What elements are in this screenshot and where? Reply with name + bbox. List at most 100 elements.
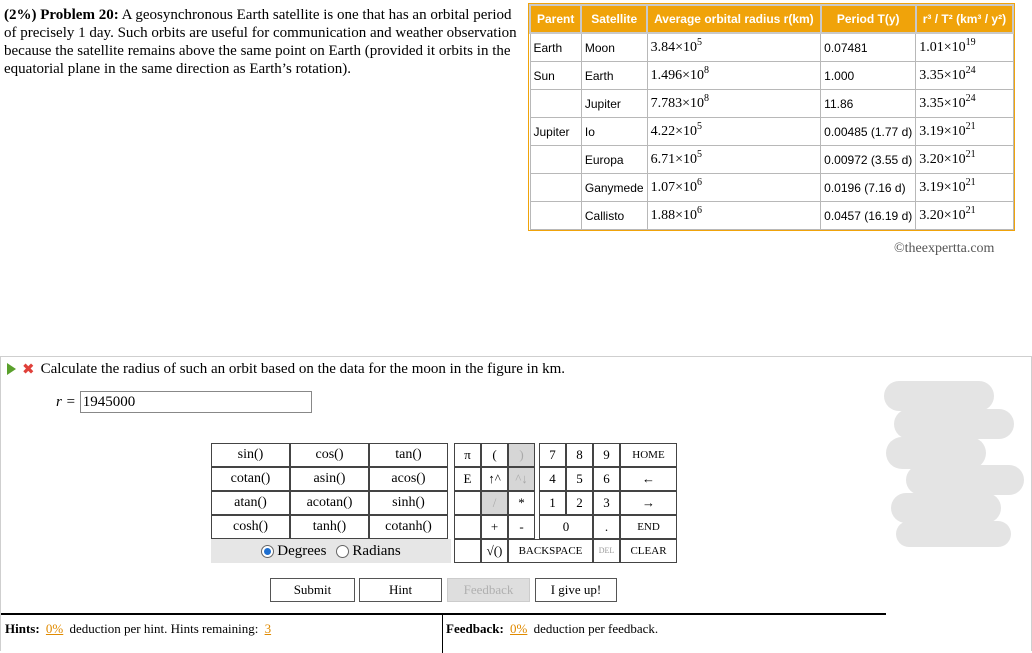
cotan-button[interactable]: cotan() bbox=[211, 467, 290, 491]
cosh-button[interactable]: cosh() bbox=[211, 515, 290, 539]
cell-satellite: Europa bbox=[580, 145, 648, 174]
key-1[interactable]: 1 bbox=[539, 491, 566, 515]
left-paren-button[interactable]: ( bbox=[481, 443, 508, 467]
key-7[interactable]: 7 bbox=[539, 443, 566, 467]
backspace-button[interactable]: BACKSPACE bbox=[508, 539, 593, 563]
problem-statement: (2%) Problem 20: A geosynchronous Earth … bbox=[4, 6, 524, 78]
sqrt-button[interactable]: √() bbox=[481, 539, 508, 563]
decimal-button[interactable]: . bbox=[593, 515, 620, 539]
pi-button[interactable]: π bbox=[454, 443, 481, 467]
delete-button[interactable]: DEL bbox=[593, 539, 620, 563]
right-paren-button[interactable]: ) bbox=[508, 443, 535, 467]
answer-input[interactable] bbox=[79, 391, 312, 413]
key-9[interactable]: 9 bbox=[593, 443, 620, 467]
key-blank-2 bbox=[454, 515, 481, 539]
hints-label: Hints: bbox=[5, 621, 40, 636]
table-row: Europa 6.71×105 0.00972 (3.55 d) 3.20×1021 bbox=[529, 145, 1014, 174]
cos-button[interactable]: cos() bbox=[290, 443, 369, 467]
header-ratio: r³ / T² (km³ / y²) bbox=[914, 4, 1015, 34]
minus-button[interactable]: - bbox=[508, 515, 535, 539]
cursor-left-button[interactable]: ← bbox=[620, 467, 677, 491]
exponent-e-button[interactable]: E bbox=[454, 467, 481, 491]
radius-exponent: 5 bbox=[696, 36, 702, 48]
angle-mode: Degrees Radians bbox=[211, 539, 451, 563]
key-4[interactable]: 4 bbox=[539, 467, 566, 491]
degrees-radio[interactable]: Degrees bbox=[261, 543, 326, 560]
key-5[interactable]: 5 bbox=[566, 467, 593, 491]
orbital-data-table: Parent Satellite Average orbital radius … bbox=[527, 3, 1016, 231]
cell-parent: Jupiter bbox=[529, 117, 582, 146]
radius-exponent: 6 bbox=[696, 176, 702, 188]
cell-radius: 1.07×106 bbox=[646, 173, 822, 202]
cell-radius: 1.88×106 bbox=[646, 201, 822, 230]
degrees-label: Degrees bbox=[277, 542, 327, 559]
plus-button[interactable]: + bbox=[481, 515, 508, 539]
key-0[interactable]: 0 bbox=[539, 515, 593, 539]
hint-button[interactable]: Hint bbox=[359, 578, 442, 602]
hints-percent: 0% bbox=[45, 621, 64, 636]
cell-satellite: Ganymede bbox=[580, 173, 648, 202]
cell-satellite: Callisto bbox=[580, 201, 648, 230]
multiply-button[interactable]: * bbox=[508, 491, 535, 515]
cell-radius: 3.84×105 bbox=[646, 32, 822, 62]
cell-period: 0.07481 bbox=[820, 32, 917, 62]
end-button[interactable]: END bbox=[620, 515, 677, 539]
ratio-exponent: 21 bbox=[965, 176, 976, 188]
cell-ratio: 3.35×1024 bbox=[915, 61, 1014, 90]
key-3[interactable]: 3 bbox=[593, 491, 620, 515]
cell-satellite: Moon bbox=[580, 32, 648, 62]
radius-mantissa: 3.84×10 bbox=[650, 39, 697, 55]
hints-bar: Hints: 0% deduction per hint. Hints rema… bbox=[1, 613, 886, 653]
cell-ratio: 3.20×1021 bbox=[915, 145, 1014, 174]
power-down-button[interactable]: ^↓ bbox=[508, 467, 535, 491]
ratio-exponent: 21 bbox=[965, 120, 976, 132]
radius-mantissa: 7.783×10 bbox=[650, 95, 704, 111]
ratio-exponent: 21 bbox=[965, 204, 976, 216]
cell-radius: 4.22×105 bbox=[646, 117, 822, 146]
tan-button[interactable]: tan() bbox=[369, 443, 448, 467]
power-up-button[interactable]: ↑^ bbox=[481, 467, 508, 491]
submit-button[interactable]: Submit bbox=[270, 578, 355, 602]
hints-text: deduction per hint. Hints remaining: bbox=[69, 621, 259, 636]
cell-parent: Sun bbox=[529, 61, 582, 90]
home-button[interactable]: HOME bbox=[620, 443, 677, 467]
radians-radio[interactable]: Radians bbox=[336, 543, 401, 560]
problem-label: (2%) Problem 20: bbox=[4, 7, 119, 23]
cell-ratio: 3.20×1021 bbox=[915, 201, 1014, 230]
radius-exponent: 5 bbox=[696, 148, 702, 160]
clear-button[interactable]: CLEAR bbox=[620, 539, 677, 563]
cell-parent bbox=[529, 201, 582, 230]
key-2[interactable]: 2 bbox=[566, 491, 593, 515]
incorrect-x-icon: ✖ bbox=[22, 360, 35, 378]
tanh-button[interactable]: tanh() bbox=[290, 515, 369, 539]
header-period: Period T(y) bbox=[819, 4, 917, 34]
table-row: Ganymede 1.07×106 0.0196 (7.16 d) 3.19×1021 bbox=[529, 173, 1014, 202]
ratio-exponent: 21 bbox=[965, 148, 976, 160]
feedback-percent: 0% bbox=[510, 621, 528, 636]
acotan-button[interactable]: acotan() bbox=[290, 491, 369, 515]
ratio-exponent: 24 bbox=[965, 92, 976, 104]
give-up-button[interactable]: I give up! bbox=[535, 578, 617, 602]
cell-radius: 1.496×108 bbox=[646, 61, 822, 90]
question-row: ✖ Calculate the radius of such an orbit … bbox=[7, 360, 565, 378]
cell-ratio: 3.35×1024 bbox=[915, 89, 1014, 118]
asin-button[interactable]: asin() bbox=[290, 467, 369, 491]
feedback-button[interactable]: Feedback bbox=[447, 578, 530, 602]
key-8[interactable]: 8 bbox=[566, 443, 593, 467]
radius-mantissa: 1.88×10 bbox=[650, 207, 697, 223]
acos-button[interactable]: acos() bbox=[369, 467, 448, 491]
ratio-mantissa: 3.35×10 bbox=[919, 67, 966, 83]
cotanh-button[interactable]: cotanh() bbox=[369, 515, 448, 539]
radio-unchecked-icon bbox=[336, 544, 350, 558]
cursor-right-button[interactable]: → bbox=[620, 491, 677, 515]
radius-mantissa: 1.07×10 bbox=[650, 179, 697, 195]
cell-parent bbox=[529, 173, 582, 202]
cell-satellite: Earth bbox=[580, 61, 648, 90]
atan-button[interactable]: atan() bbox=[211, 491, 290, 515]
divide-button[interactable]: / bbox=[481, 491, 508, 515]
sinh-button[interactable]: sinh() bbox=[369, 491, 448, 515]
key-6[interactable]: 6 bbox=[593, 467, 620, 491]
ratio-exponent: 19 bbox=[965, 36, 976, 48]
play-icon[interactable] bbox=[7, 363, 16, 375]
sin-button[interactable]: sin() bbox=[211, 443, 290, 467]
